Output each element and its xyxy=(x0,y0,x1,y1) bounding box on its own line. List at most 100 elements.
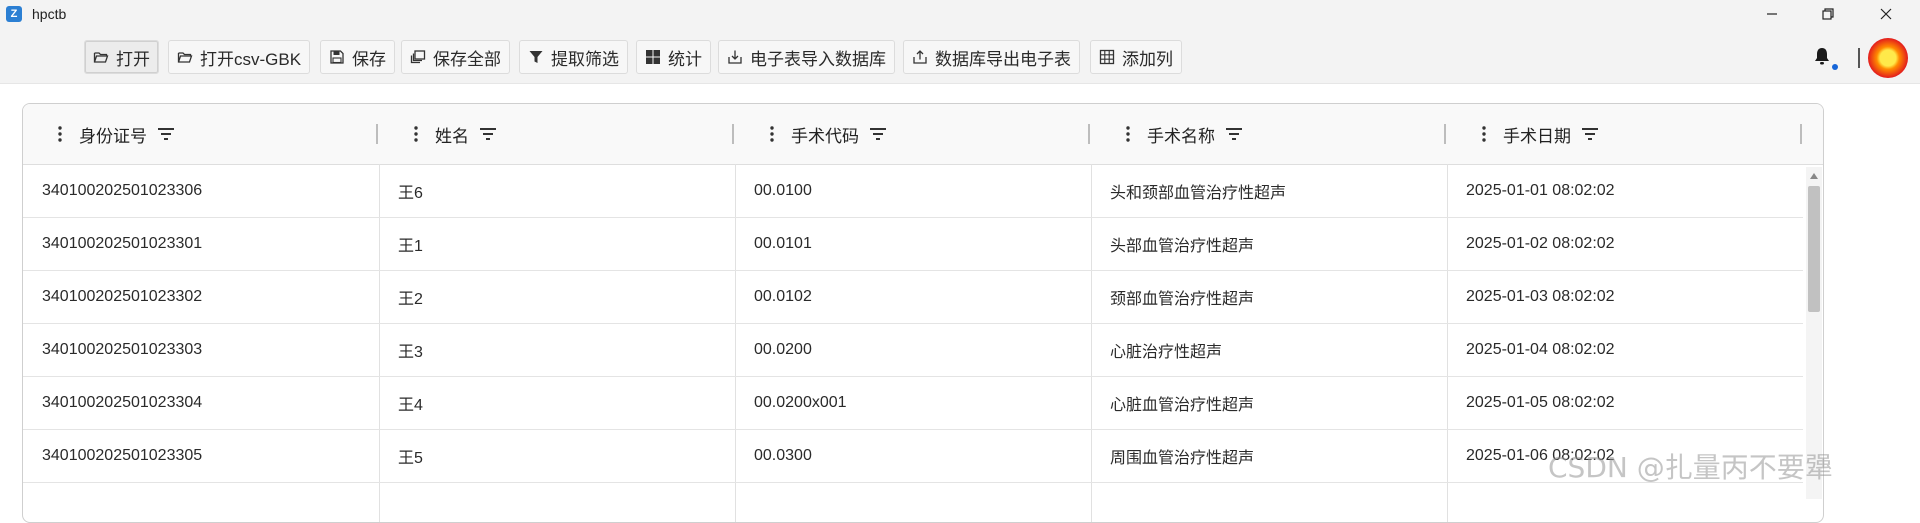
cell-surgery-date: 2025-01-01 08:02:02 xyxy=(1466,182,1615,199)
table-row[interactable]: 340100202501023303 王3 00.0200 心脏治疗性超声 20… xyxy=(23,324,1803,377)
column-menu-icon[interactable] xyxy=(51,125,69,143)
cell-name: 王3 xyxy=(398,344,423,361)
cell-surgery-name: 心脏治疗性超声 xyxy=(1110,344,1223,361)
cell-surgery-name: 颈部血管治疗性超声 xyxy=(1110,291,1255,308)
title-bar: Z hpctb xyxy=(0,0,1920,28)
column-resize-handle[interactable] xyxy=(732,124,734,144)
column-header-name[interactable]: 姓名 xyxy=(379,104,735,164)
window-title: hpctb xyxy=(32,6,67,22)
save-button-label: 保存 xyxy=(352,49,386,69)
notification-badge xyxy=(1832,64,1838,70)
table-icon xyxy=(1099,49,1115,65)
column-menu-icon[interactable] xyxy=(1119,125,1137,143)
scroll-up-button[interactable] xyxy=(1806,170,1822,182)
export-spreadsheet-button[interactable]: 数据库导出电子表 xyxy=(903,40,1080,74)
column-header-id-number[interactable]: 身份证号 xyxy=(23,104,379,164)
cell-name: 王5 xyxy=(398,450,423,467)
column-resize-handle[interactable] xyxy=(376,124,378,144)
open-csv-gbk-label: 打开csv-GBK xyxy=(200,49,302,69)
table-row[interactable]: 340100202501023302 王2 00.0102 颈部血管治疗性超声 … xyxy=(23,271,1803,324)
open-csv-gbk-button[interactable]: 打开csv-GBK xyxy=(168,40,311,74)
column-header-surgery-name[interactable]: 手术名称 xyxy=(1091,104,1447,164)
table-row[interactable]: 340100202501023306 王6 00.0100 头和颈部血管治疗性超… xyxy=(23,165,1803,218)
save-all-button[interactable]: 保存全部 xyxy=(401,40,510,74)
add-column-button[interactable]: 添加列 xyxy=(1090,40,1182,74)
open-button[interactable]: 打开 xyxy=(84,40,159,74)
column-header-label: 手术日期 xyxy=(1503,126,1571,146)
cell-surgery-code: 00.0200 xyxy=(754,341,812,358)
avatar[interactable] xyxy=(1868,38,1908,78)
column-menu-icon[interactable] xyxy=(407,125,425,143)
table-row[interactable]: 340100202501023305 王5 00.0300 周围血管治疗性超声 … xyxy=(23,430,1803,483)
column-resize-handle[interactable] xyxy=(1088,124,1090,144)
column-resize-handle[interactable] xyxy=(1444,124,1446,144)
import-spreadsheet-button-label: 电子表导入数据库 xyxy=(750,49,886,69)
notification-button[interactable] xyxy=(1812,46,1832,66)
column-header-label: 手术代码 xyxy=(791,126,859,146)
cell-id-number: 340100202501023306 xyxy=(42,182,203,199)
cell-name: 王6 xyxy=(398,185,423,202)
cell-surgery-date: 2025-01-03 08:02:02 xyxy=(1466,288,1615,305)
floppy-disk-icon xyxy=(329,49,345,65)
minimize-icon xyxy=(1767,13,1777,15)
close-button[interactable] xyxy=(1858,0,1914,28)
watermark-text: CSDN @扎量丙不要犟 xyxy=(1548,451,1833,484)
column-menu-icon[interactable] xyxy=(763,125,781,143)
restore-button[interactable] xyxy=(1800,0,1856,28)
sort-filter-icon[interactable] xyxy=(479,125,497,143)
table-row[interactable]: 340100202501023301 王1 00.0101 头部血管治疗性超声 … xyxy=(23,218,1803,271)
cell-surgery-name: 头部血管治疗性超声 xyxy=(1110,238,1255,255)
toolbar-divider xyxy=(1858,48,1860,68)
cell-name: 王2 xyxy=(398,291,423,308)
column-header-label: 手术名称 xyxy=(1147,126,1215,146)
import-spreadsheet-button[interactable]: 电子表导入数据库 xyxy=(718,40,895,74)
extract-filter-button-label: 提取筛选 xyxy=(551,49,619,69)
column-header-label: 姓名 xyxy=(435,126,469,146)
cell-id-number: 340100202501023302 xyxy=(42,288,203,305)
open-button-label: 打开 xyxy=(116,49,150,69)
cell-surgery-code: 00.0102 xyxy=(754,288,812,305)
export-icon xyxy=(912,49,928,65)
cell-surgery-name: 头和颈部血管治疗性超声 xyxy=(1110,185,1287,202)
cell-surgery-name: 心脏血管治疗性超声 xyxy=(1110,397,1255,414)
cell-id-number: 340100202501023303 xyxy=(42,341,203,358)
sort-filter-icon[interactable] xyxy=(869,125,887,143)
grid-squares-icon xyxy=(645,49,661,65)
cell-surgery-date: 2025-01-05 08:02:02 xyxy=(1466,394,1615,411)
cell-surgery-code: 00.0100 xyxy=(754,182,812,199)
minimize-button[interactable] xyxy=(1744,0,1800,28)
extract-filter-button[interactable]: 提取筛选 xyxy=(519,40,628,74)
table-row[interactable]: 340100202501023304 王4 00.0200x001 心脏血管治疗… xyxy=(23,377,1803,430)
cell-surgery-code: 00.0200x001 xyxy=(754,394,847,411)
restore-icon xyxy=(1822,8,1834,20)
column-menu-icon[interactable] xyxy=(1475,125,1493,143)
scrollbar-thumb[interactable] xyxy=(1808,186,1820,312)
cell-surgery-date: 2025-01-02 08:02:02 xyxy=(1466,235,1615,252)
column-header-surgery-code[interactable]: 手术代码 xyxy=(735,104,1091,164)
cell-name: 王4 xyxy=(398,397,423,414)
folder-open-icon xyxy=(177,49,193,65)
cell-id-number: 340100202501023301 xyxy=(42,235,203,252)
column-header-surgery-date[interactable]: 手术日期 xyxy=(1447,104,1803,164)
statistics-button[interactable]: 统计 xyxy=(636,40,711,74)
column-resize-handle[interactable] xyxy=(1800,124,1802,144)
filter-icon xyxy=(528,49,544,65)
cell-surgery-date: 2025-01-04 08:02:02 xyxy=(1466,341,1615,358)
save-button[interactable]: 保存 xyxy=(320,40,395,74)
grid-header: 身份证号 姓名 手术代码 手术名称 手术日期 xyxy=(23,104,1823,165)
cell-surgery-code: 00.0300 xyxy=(754,447,812,464)
copy-stack-icon xyxy=(410,49,426,65)
sort-filter-icon[interactable] xyxy=(1225,125,1243,143)
sort-filter-icon[interactable] xyxy=(1581,125,1599,143)
bell-icon xyxy=(1815,48,1829,65)
cell-id-number: 340100202501023305 xyxy=(42,447,203,464)
folder-open-icon xyxy=(93,49,109,65)
cell-id-number: 340100202501023304 xyxy=(42,394,203,411)
close-icon xyxy=(1880,8,1892,20)
app-icon: Z xyxy=(6,6,22,22)
sort-filter-icon[interactable] xyxy=(157,125,175,143)
export-spreadsheet-button-label: 数据库导出电子表 xyxy=(935,49,1071,69)
column-header-label: 身份证号 xyxy=(79,126,147,146)
cell-name: 王1 xyxy=(398,238,423,255)
statistics-button-label: 统计 xyxy=(668,49,702,69)
